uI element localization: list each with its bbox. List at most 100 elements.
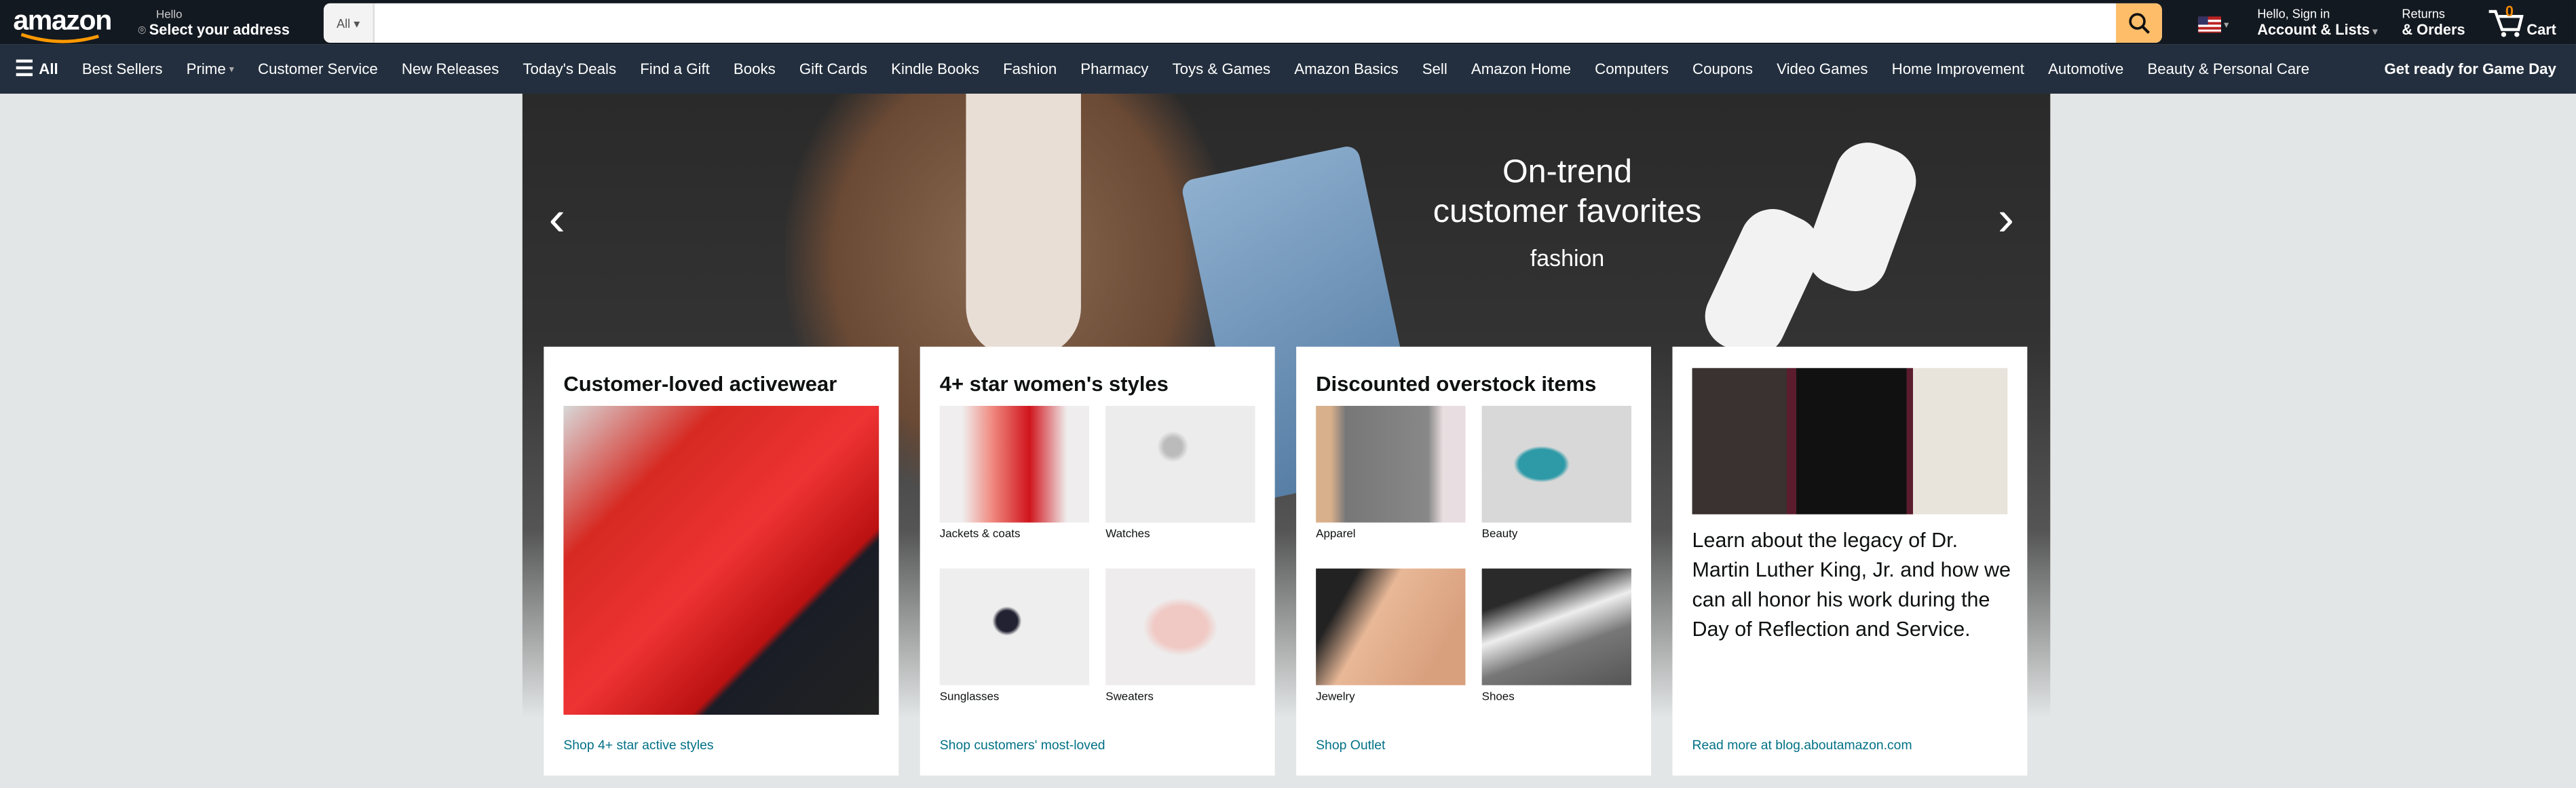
nav-item-label: New Releases	[401, 60, 499, 77]
mlk-books-image[interactable]	[1692, 368, 2008, 514]
nav-item[interactable]: Fashion	[1003, 61, 1057, 77]
nav-item[interactable]: Best Sellers	[82, 61, 163, 77]
nav-item[interactable]: Video Games	[1777, 61, 1868, 77]
account-label: Account & Lists	[2257, 21, 2370, 38]
nav-item[interactable]: Find a Gift	[640, 61, 710, 77]
carousel-prev-arrow-icon[interactable]: ‹	[549, 192, 565, 248]
nav-item-label: Find a Gift	[640, 60, 710, 77]
tile-sunglasses[interactable]: Sunglasses	[939, 568, 1090, 704]
chevron-down-icon: ▾	[229, 64, 234, 75]
nav-item-label: Amazon Home	[1471, 60, 1572, 77]
tile-sweaters[interactable]: Sweaters	[1105, 568, 1255, 704]
nav-item[interactable]: Toys & Games	[1173, 61, 1271, 77]
shop-active-styles-link[interactable]: Shop 4+ star active styles	[563, 738, 713, 753]
nav-item-label: Gift Cards	[799, 60, 868, 77]
nav-item[interactable]: Sell	[1422, 61, 1447, 77]
nav-item[interactable]: Coupons	[1692, 61, 1753, 77]
nav-item-label: Customer Service	[257, 60, 378, 77]
account-lists[interactable]: Hello, Sign in Account & Lists ▾	[2257, 7, 2377, 38]
sweater-image	[966, 93, 1081, 357]
cart-label: Cart	[2526, 21, 2556, 38]
cart-button[interactable]: 0 Cart	[2487, 3, 2560, 41]
nav-item[interactable]: Home Improvement	[1892, 61, 2024, 77]
nav-item-label: Video Games	[1777, 60, 1868, 77]
nav-item-label: Home Improvement	[1891, 60, 2024, 77]
tile-label: Sunglasses	[939, 692, 1000, 704]
language-selector[interactable]: ▾	[2198, 16, 2229, 33]
sneaker-image	[1694, 198, 1832, 367]
account-greeting: Hello, Sign in	[2257, 6, 2330, 22]
hero-brand: fashion	[1530, 244, 1605, 271]
read-more-link[interactable]: Read more at blog.aboutamazon.com	[1692, 738, 1912, 753]
nav-item[interactable]: Computers	[1595, 61, 1669, 77]
search-button[interactable]	[2116, 3, 2162, 43]
deliver-to[interactable]: Hello ⌾ Select your address	[138, 8, 289, 39]
card-overstock: Discounted overstock items Apparel Beaut…	[1296, 346, 1652, 776]
nav-item-label: Fashion	[1003, 60, 1057, 77]
nav-item[interactable]: Amazon Home	[1471, 61, 1571, 77]
nav-item-label: Computers	[1595, 60, 1669, 77]
tile-apparel[interactable]: Apparel	[1316, 405, 1466, 541]
nav-item[interactable]: New Releases	[402, 61, 499, 77]
location-pin-icon: ⌾	[138, 22, 147, 38]
shop-most-loved-link[interactable]: Shop customers' most-loved	[940, 738, 1105, 753]
top-header: amazon Hello ⌾ Select your address All ▾…	[0, 0, 2576, 45]
nav-item-label: Pharmacy	[1080, 60, 1149, 77]
card-womens-styles: 4+ star women's styles Jackets & coats W…	[920, 346, 1275, 776]
tile-jewelry[interactable]: Jewelry	[1316, 568, 1466, 704]
nav-item-label: Books	[733, 60, 776, 77]
nav-item[interactable]: Beauty & Personal Care	[2147, 61, 2309, 77]
nav-item-label: Toys & Games	[1172, 60, 1271, 77]
search-input[interactable]	[376, 3, 2110, 43]
card-title: 4+ star women's styles	[939, 371, 1169, 396]
tile-label: Watches	[1105, 529, 1150, 541]
nav-item-label: Coupons	[1692, 60, 1754, 77]
nav-item-label: Beauty & Personal Care	[2147, 60, 2310, 77]
nav-item[interactable]: Amazon Basics	[1294, 61, 1398, 77]
tile-label: Apparel	[1316, 529, 1356, 541]
nav-item-label: Prime	[186, 60, 226, 77]
tile-label: Sweaters	[1105, 692, 1154, 704]
tile-watches[interactable]: Watches	[1105, 405, 1255, 541]
returns-label: Returns	[2402, 6, 2445, 22]
search-icon	[2129, 13, 2150, 34]
nav-item-label: Sell	[1422, 60, 1447, 77]
nav-item[interactable]: Books	[734, 61, 776, 77]
nav-item-label: Amazon Basics	[1294, 60, 1399, 77]
us-flag-icon	[2198, 16, 2222, 33]
nav-item[interactable]: Automotive	[2048, 61, 2123, 77]
activewear-image[interactable]	[563, 405, 879, 715]
tile-label: Beauty	[1481, 529, 1518, 541]
nav-item[interactable]: Kindle Books	[891, 61, 979, 77]
tile-label: Jackets & coats	[939, 529, 1021, 541]
nav-item-label: Today's Deals	[523, 60, 617, 77]
nav-item[interactable]: Pharmacy	[1080, 61, 1148, 77]
card-title: Discounted overstock items	[1316, 371, 1597, 396]
nav-item[interactable]: Today's Deals	[523, 61, 616, 77]
nav-item[interactable]: Gift Cards	[799, 61, 867, 77]
tile-beauty[interactable]: Beauty	[1481, 405, 1631, 541]
mlk-description: Learn about the legacy of Dr. Martin Lut…	[1692, 529, 2011, 641]
tile-jackets[interactable]: Jackets & coats	[939, 405, 1090, 541]
tile-shoes[interactable]: Shoes	[1481, 568, 1631, 703]
sneaker-image	[1797, 133, 1926, 301]
nav-item[interactable]: Prime ▾	[187, 61, 234, 77]
address-label: Select your address	[149, 21, 290, 38]
returns-orders[interactable]: Returns & Orders	[2402, 7, 2465, 38]
hero-headline: On-trend	[1502, 154, 1633, 191]
all-menu-button[interactable]: ☰ All	[15, 56, 58, 82]
nav-item[interactable]: Customer Service	[258, 61, 378, 77]
nav-item-label: Kindle Books	[891, 60, 979, 77]
hamburger-icon: ☰	[14, 56, 35, 81]
card-activewear: Customer-loved activewear Shop 4+ star a…	[544, 346, 899, 776]
carousel-next-arrow-icon[interactable]: ›	[1998, 192, 2014, 248]
cart-count: 0	[2505, 3, 2514, 20]
search-category-dropdown[interactable]: All ▾	[323, 3, 375, 43]
game-day-promo[interactable]: Get ready for Game Day	[2384, 61, 2556, 77]
tile-label: Jewelry	[1316, 692, 1355, 704]
orders-label: & Orders	[2402, 21, 2465, 38]
shop-outlet-link[interactable]: Shop Outlet	[1316, 738, 1385, 753]
amazon-logo[interactable]: amazon	[13, 5, 112, 43]
nav-bar: ☰ All Best Sellers Prime ▾ Customer Service…	[0, 44, 2576, 94]
nav-item-label: Automotive	[2048, 60, 2124, 77]
